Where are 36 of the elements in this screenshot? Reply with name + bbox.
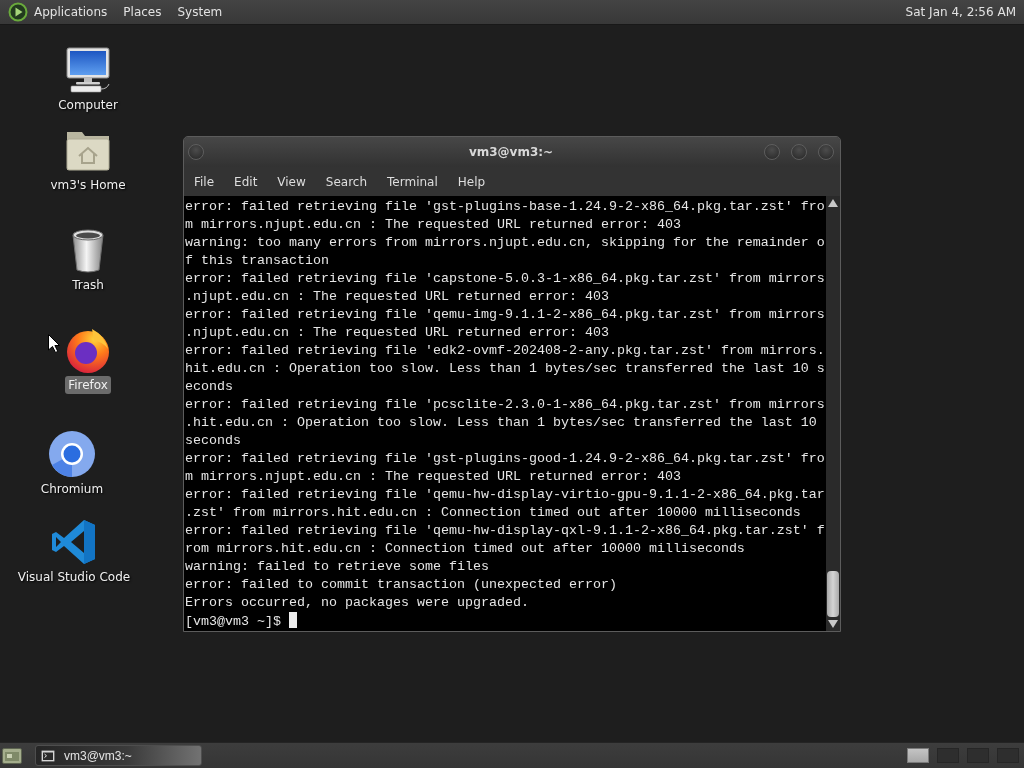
scrollbar[interactable] (826, 196, 840, 631)
desktop-icon-label[interactable]: Computer (55, 96, 121, 114)
desktop-icon-label[interactable]: Trash (69, 276, 107, 294)
menu-item[interactable]: Terminal (377, 171, 448, 192)
workspace-cell[interactable] (907, 748, 929, 763)
panel-menu[interactable]: System (171, 3, 229, 21)
scroll-down-arrow-icon[interactable] (828, 620, 838, 628)
firefox-icon[interactable] (64, 326, 112, 374)
scrollbar-thumb[interactable] (827, 571, 839, 617)
text-cursor (288, 612, 297, 628)
menu-item[interactable]: Help (447, 171, 496, 192)
mouse-pointer-icon (48, 334, 60, 353)
menu-item[interactable]: Search (315, 171, 378, 192)
desktop-icon-label[interactable]: Chromium (37, 480, 107, 498)
scroll-up-arrow-icon[interactable] (828, 199, 838, 207)
terminal-output-line: warning: failed to retrieve some files (185, 558, 490, 576)
chromium-icon[interactable] (48, 430, 96, 478)
desktop-icon-label[interactable]: Firefox (65, 376, 111, 394)
menu-item[interactable]: Edit (224, 171, 268, 192)
computer-icon[interactable] (64, 46, 112, 94)
desktop-icon-label[interactable]: Visual Studio Code (14, 568, 134, 586)
show-desktop-icon[interactable] (2, 746, 22, 765)
play-logo-icon[interactable] (8, 2, 28, 22)
window-title: vm3@vm3:~ (468, 145, 554, 159)
shell-prompt: [vm3@vm3 ~]$ (185, 614, 281, 629)
code-editor-icon[interactable] (50, 518, 98, 566)
menu-item[interactable]: File (184, 171, 225, 192)
terminal-icon (41, 749, 55, 762)
taskbar-window-button[interactable]: vm3@vm3:~ (35, 745, 202, 766)
panel-menu[interactable]: Applications (28, 3, 114, 21)
menu-item[interactable]: View (267, 171, 316, 192)
terminal-output-line: error: failed to commit transaction (unexpected error) (185, 576, 618, 594)
panel-menu[interactable]: Places (117, 3, 168, 21)
panel-clock[interactable]: Sat Jan 4, 2:56 AM (903, 3, 1018, 21)
desktop-icon-label[interactable]: vm3's Home (47, 176, 129, 194)
terminal-output-line: Errors occurred, no packages were upgraded. (185, 594, 530, 612)
